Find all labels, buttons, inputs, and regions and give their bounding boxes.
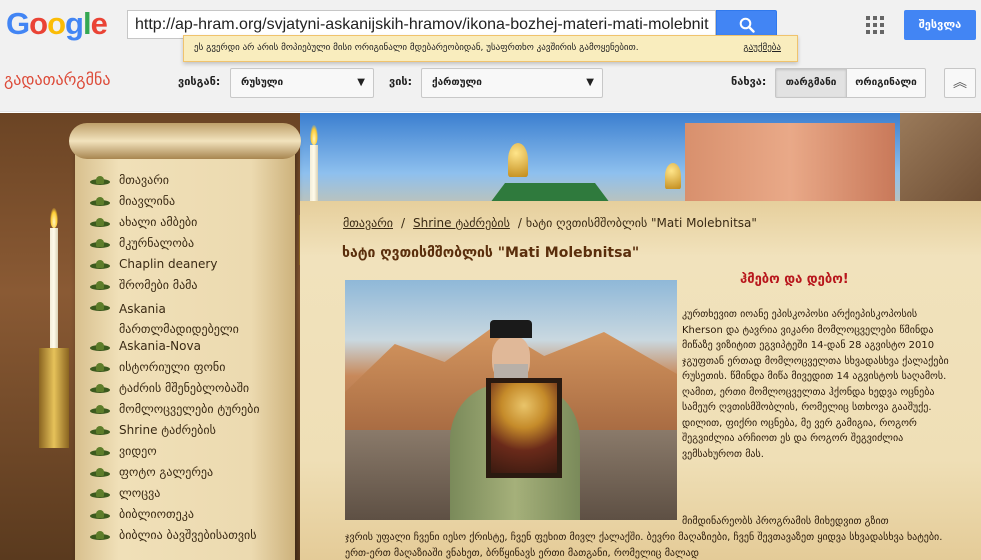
sidebar-item-mission[interactable]: მიავლინა [90,194,290,215]
page-title: ხატი ღვთისმშობლის "Mati Molebnitsa" [342,245,640,261]
sidebar-item-pilgrim-tours[interactable]: მომლოცველები ტურები [90,402,290,423]
sidebar-item-treatment[interactable]: მკურნალობა [90,236,290,257]
breadcrumb-section-link[interactable]: Shrine ტაძრების [413,216,510,230]
sidebar-item-label: ბიბლია ბავშვებისათვის [119,528,257,542]
sidebar-item-video[interactable]: ვიდეო [90,444,290,465]
breadcrumb: მთავარი / Shrine ტაძრების / ხატი ღვთისმშობლი… [343,216,757,230]
sidebar-item-label: ვიდეო [119,444,157,458]
lamp-icon [90,260,112,271]
lamp-icon [90,447,112,458]
lamp-icon [90,531,112,542]
logo-letter: g [65,6,84,41]
sidebar-item-label: Askania-Nova [119,339,201,353]
lamp-icon [90,197,112,208]
from-language-value: რუსული [241,77,284,88]
sidebar-item-library[interactable]: ბიბლიოთეკა [90,507,290,528]
sidebar-item-label: ისტორიული ფონი [119,360,226,374]
article-photo[interactable] [345,280,677,520]
sidebar-item-label: ტაძრის მშენებლობაში [119,381,250,395]
sidebar-item-kids-bible[interactable]: ბიბლია ბავშვებისათვის [90,528,290,549]
sidebar-item-shrines[interactable]: Shrine ტაძრების [90,423,290,444]
chevron-up-icon: ︽ [953,75,967,91]
from-label: ვისგან: [178,75,221,88]
google-translate-bar: Google http://ap-hram.org/svjatyni-askan… [0,0,981,112]
sidebar-item-label: ლოცვა [119,486,161,500]
breadcrumb-home-link[interactable]: მთავარი [343,216,393,230]
lamp-icon [90,363,112,374]
sidebar-item-chaplin-deanery[interactable]: Chaplin deanery [90,257,290,278]
sidebar-item-label: მკურნალობა [119,236,195,250]
signin-button[interactable]: შესვლა [904,10,976,40]
collapse-bar-button[interactable]: ︽ [944,68,976,98]
lamp-icon [90,510,112,521]
to-language-value: ქართული [432,77,482,88]
sidebar-item-label: Chaplin deanery [119,257,218,271]
sidebar-item-label: მომლოცველები ტურები [119,402,260,416]
logo-letter: o [29,6,48,41]
logo-letter: e [90,6,108,41]
sidebar-item-label: მთავარი [119,173,169,187]
breadcrumb-current: ხატი ღვთისმშობლის "Mati Molebnitsa" [525,216,757,230]
sidebar-item-label: შრომები მამა [119,278,198,292]
to-language-select[interactable]: ქართული ▼ [421,68,603,98]
notice-dismiss-link[interactable]: გაუქმება [743,36,781,61]
translate-label: გადათარგმნა [4,70,111,89]
lamp-icon [90,426,112,437]
sidebar-item-photo-gallery[interactable]: ფოტო გალერეა [90,465,290,486]
pray-heading: ჰმებო და დებო! [740,272,849,287]
lamp-icon [90,405,112,416]
lamp-icon [90,342,112,353]
insecure-notice: ეს გვერდი არ არის მოპიებული მისი ორიგინა… [183,35,798,62]
dropdown-arrow-icon: ▼ [357,77,365,88]
to-label: ვის: [389,75,413,88]
candle-left-image [39,208,69,448]
sidebar-item-label: Shrine ტაძრების [119,423,216,437]
lamp-icon [90,384,112,395]
google-logo[interactable]: Google [6,6,108,42]
sidebar-item-home[interactable]: მთავარი [90,173,290,194]
lamp-icon [90,239,112,250]
sidebar-item-construction[interactable]: ტაძრის მშენებლობაში [90,381,290,402]
article-text: ჯვრის უფალი ჩვენი იესო ქრისტე, ჩვენ ფეხი… [345,532,943,559]
search-icon [739,17,755,33]
sidebar-item-prayer[interactable]: ლოცვა [90,486,290,507]
sidebar-item-label: მიავლინა [119,194,176,208]
sidebar-item-label: ახალი ამბები [119,215,198,229]
view-original-button[interactable]: ორიგინალი [846,68,926,98]
sidebar-item-history[interactable]: ისტორიული ფონი [90,360,290,381]
sidebar-item-label: ბიბლიოთეკა [119,507,194,521]
lamp-icon [90,218,112,229]
sidebar-menu: მთავარი მიავლინა ახალი ამბები მკურნალობა… [90,173,290,549]
from-language-select[interactable]: რუსული ▼ [230,68,374,98]
view-translated-button[interactable]: თარგმანი [775,68,847,98]
sidebar-item-news[interactable]: ახალი ამბები [90,215,290,236]
sidebar-item-askania-orthodox[interactable]: Askania მართლმადიდებელი [90,299,290,339]
logo-letter: o [47,6,66,41]
apps-grid-icon[interactable] [866,16,884,34]
lamp-icon [90,468,112,479]
lamp-icon [90,302,112,313]
sidebar-item-label: Askania მართლმადიდებელი [119,302,239,336]
lamp-icon [90,489,112,500]
lamp-icon [90,176,112,187]
article-text: მიმდინარეობს პროგრამის მიხედვით გზით [682,516,889,527]
logo-letter: G [6,6,30,41]
logo-letter: l [82,6,92,41]
sidebar-item-label: ფოტო გალერეა [119,465,214,479]
lamp-icon [90,281,112,292]
notice-text: ეს გვერდი არ არის მოპიებული მისი ორიგინა… [194,43,639,53]
sidebar-item-askania-nova[interactable]: Askania-Nova [90,339,290,360]
view-label: ნახვა: [731,75,767,88]
article-text: კურთხევით იოანე ეპისკოპოსი არქიეპისკოპოს… [682,309,949,460]
dropdown-arrow-icon: ▼ [586,77,594,88]
sidebar-item-works[interactable]: შრომები მამა [90,278,290,299]
